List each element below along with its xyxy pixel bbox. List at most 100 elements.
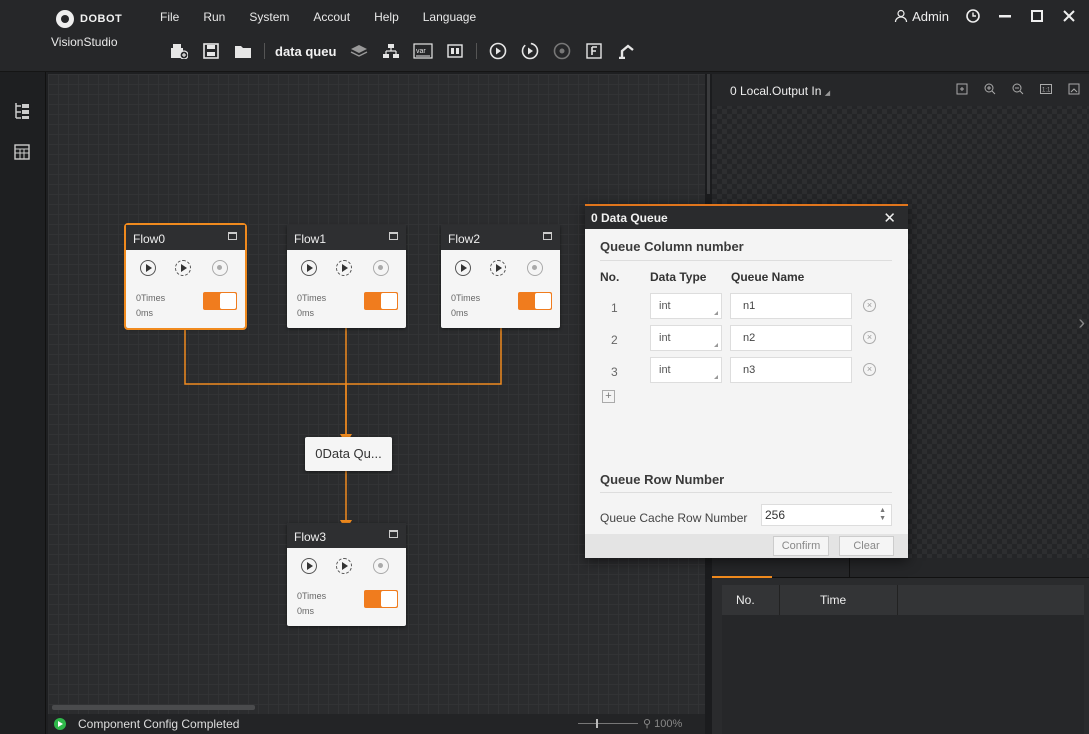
menu-language[interactable]: Language: [423, 10, 476, 24]
data-type-select[interactable]: int: [650, 325, 722, 351]
flow-node-flow1[interactable]: Flow1 0Times 0ms: [287, 225, 406, 328]
collapse-icon[interactable]: [389, 530, 398, 538]
menu-run[interactable]: Run: [203, 10, 225, 24]
collapse-icon[interactable]: [228, 232, 237, 240]
data-queue-node[interactable]: 0Data Qu...: [305, 437, 392, 471]
svg-text:1:1: 1:1: [1042, 88, 1051, 94]
column-header-queue-name: Queue Name: [731, 270, 805, 284]
run-loop-icon[interactable]: [336, 260, 352, 276]
flow-run-count: 0Times: [451, 293, 481, 303]
save-icon[interactable]: [200, 40, 222, 62]
run-loop-icon[interactable]: [175, 260, 191, 276]
run-once-icon[interactable]: [140, 260, 156, 276]
new-solution-icon[interactable]: [168, 40, 190, 62]
run-loop-icon[interactable]: [519, 40, 541, 62]
zoom-value: 100%: [654, 718, 683, 730]
result-tabs: [712, 558, 1089, 578]
menu-help[interactable]: Help: [374, 10, 399, 24]
flow-node-flow0[interactable]: Flow0 0Times 0ms: [124, 223, 247, 330]
delete-row-icon[interactable]: ×: [863, 331, 876, 344]
flow-run-time: 0ms: [136, 308, 154, 318]
menu-file[interactable]: File: [160, 10, 179, 24]
delete-row-icon[interactable]: ×: [863, 299, 876, 312]
stop-icon[interactable]: [527, 260, 543, 276]
format-icon[interactable]: [583, 40, 605, 62]
section-divider: [600, 260, 892, 261]
user-name: Admin: [912, 8, 949, 24]
tab-history-result[interactable]: [772, 558, 850, 578]
zoom-in-icon[interactable]: [983, 82, 997, 96]
variable-icon[interactable]: var: [412, 40, 434, 62]
run-once-icon[interactable]: [487, 40, 509, 62]
fit-window-icon[interactable]: [955, 82, 969, 96]
add-row-icon[interactable]: +: [602, 390, 615, 403]
zoom-slider-thumb[interactable]: [596, 719, 598, 728]
cache-row-number-input[interactable]: 256 ▲ ▼: [761, 504, 892, 526]
col-header-time: Time: [780, 585, 898, 615]
section-title-columns: Queue Column number: [600, 239, 744, 254]
stop-icon[interactable]: [551, 40, 573, 62]
canvas-horizontal-scrollbar[interactable]: [52, 705, 255, 710]
hierarchy-icon[interactable]: [380, 40, 402, 62]
user-menu[interactable]: Admin: [894, 9, 949, 24]
spinner-arrows-icon[interactable]: ▲ ▼: [879, 507, 886, 523]
flow-enable-toggle[interactable]: [203, 292, 237, 310]
actual-size-icon[interactable]: 1:1: [1039, 82, 1053, 96]
tab-current-result[interactable]: [712, 558, 772, 578]
flow-header: Flow0: [126, 225, 245, 250]
collapse-icon[interactable]: [389, 232, 398, 240]
row-number: 3: [611, 365, 618, 379]
io-icon[interactable]: [444, 40, 466, 62]
queue-name-input[interactable]: n1: [730, 293, 852, 319]
flow-enable-toggle[interactable]: [364, 590, 398, 608]
maximize-button[interactable]: [1029, 8, 1045, 24]
result-panel: No. Time: [712, 558, 1089, 734]
open-folder-icon[interactable]: [232, 40, 254, 62]
queue-name-input[interactable]: n2: [730, 325, 852, 351]
stop-icon[interactable]: [373, 558, 389, 574]
zoom-out-icon[interactable]: [1011, 82, 1025, 96]
flow-node-flow2[interactable]: Flow2 0Times 0ms: [441, 225, 560, 328]
flow-enable-toggle[interactable]: [518, 292, 552, 310]
preview-header: 0 Local.Output In ◢ 1:1: [712, 74, 1089, 106]
collapse-icon[interactable]: [543, 232, 552, 240]
save-image-icon[interactable]: [1067, 82, 1081, 96]
row-number: 2: [611, 333, 618, 347]
run-once-icon[interactable]: [301, 260, 317, 276]
column-header-no: No.: [600, 270, 620, 284]
toolbar-divider: [476, 43, 478, 59]
history-table: No. Time: [722, 585, 1084, 734]
history-table-header: No. Time: [722, 585, 1084, 615]
robot-arm-icon[interactable]: [615, 40, 637, 62]
tree-view-icon[interactable]: [14, 102, 32, 120]
run-loop-icon[interactable]: [490, 260, 506, 276]
flow-run-time: 0ms: [297, 606, 315, 616]
run-once-icon[interactable]: [301, 558, 317, 574]
zoom-slider[interactable]: [578, 723, 638, 724]
minimize-button[interactable]: [997, 8, 1013, 24]
dialog-footer: Confirm Clear: [585, 534, 908, 558]
menu-account[interactable]: Accout: [313, 10, 350, 24]
layers-icon[interactable]: [348, 40, 370, 62]
flow-enable-toggle[interactable]: [364, 292, 398, 310]
close-window-button[interactable]: [1061, 8, 1077, 24]
run-loop-icon[interactable]: [336, 558, 352, 574]
run-once-icon[interactable]: [455, 260, 471, 276]
confirm-button[interactable]: Confirm: [773, 536, 829, 556]
flow-node-flow3[interactable]: Flow3 0Times 0ms: [287, 523, 406, 626]
close-icon[interactable]: ✕: [883, 209, 896, 227]
data-type-select[interactable]: int: [650, 357, 722, 383]
clear-button[interactable]: Clear: [839, 536, 894, 556]
queue-name-input[interactable]: n3: [730, 357, 852, 383]
grid-view-icon[interactable]: [14, 144, 32, 162]
flow-run-count: 0Times: [297, 293, 327, 303]
clock-icon[interactable]: [965, 8, 981, 24]
delete-row-icon[interactable]: ×: [863, 363, 876, 376]
preview-source-select[interactable]: 0 Local.Output In ◢: [730, 84, 830, 98]
stop-icon[interactable]: [373, 260, 389, 276]
menu-system[interactable]: System: [249, 10, 289, 24]
data-type-select[interactable]: int: [650, 293, 722, 319]
stop-icon[interactable]: [212, 260, 228, 276]
next-image-arrow-icon[interactable]: ›: [1078, 312, 1085, 335]
flow-name: Flow1: [294, 232, 327, 246]
